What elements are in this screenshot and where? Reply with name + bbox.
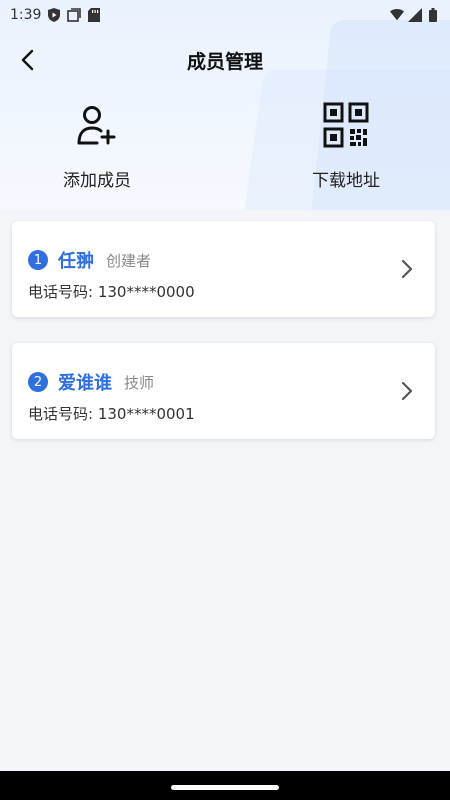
- member-index-badge: 1: [28, 250, 48, 270]
- chevron-left-icon: [21, 49, 34, 71]
- screenshot-icon: [67, 8, 82, 22]
- phone-label: 电话号码:: [28, 283, 94, 301]
- phone-number: 130****0001: [97, 405, 195, 423]
- shield-icon: [47, 8, 61, 22]
- member-card[interactable]: 1 任翀 创建者 电话号码: 130****0000: [12, 221, 435, 317]
- member-role: 技师: [124, 373, 155, 392]
- chevron-right-icon: [401, 381, 413, 401]
- add-member-label: 添加成员: [63, 171, 131, 191]
- phone-number: 130****0000: [97, 283, 195, 301]
- wifi-icon: [390, 8, 404, 22]
- member-name: 爱谁谁: [58, 373, 112, 394]
- add-member-button[interactable]: 添加成员: [27, 98, 167, 191]
- status-time: 1:39: [10, 7, 42, 23]
- chevron-right-icon: [401, 259, 413, 279]
- member-name: 任翀: [58, 251, 94, 272]
- battery-icon: [426, 8, 440, 22]
- action-row: 添加成员 下载地址: [0, 98, 450, 198]
- add-user-icon: [77, 106, 116, 145]
- back-button[interactable]: [12, 44, 44, 76]
- sd-card-icon: [87, 8, 101, 22]
- member-phone-row: 电话号码: 130****0001: [28, 403, 195, 424]
- status-bar: 1:39: [0, 0, 450, 30]
- download-address-button[interactable]: 下载地址: [276, 98, 416, 191]
- home-indicator[interactable]: [171, 785, 279, 790]
- phone-label: 电话号码:: [28, 405, 94, 423]
- page-title: 成员管理: [186, 50, 263, 73]
- member-index-badge: 2: [28, 372, 48, 392]
- member-card[interactable]: 2 爱谁谁 技师 电话号码: 130****0001: [12, 343, 435, 439]
- member-phone-row: 电话号码: 130****0000: [28, 281, 195, 302]
- qr-code-icon: [323, 102, 369, 148]
- signal-icon: [408, 8, 422, 22]
- download-address-label: 下载地址: [312, 171, 380, 191]
- nav-bar: 成员管理: [0, 38, 450, 82]
- member-role: 创建者: [106, 251, 152, 270]
